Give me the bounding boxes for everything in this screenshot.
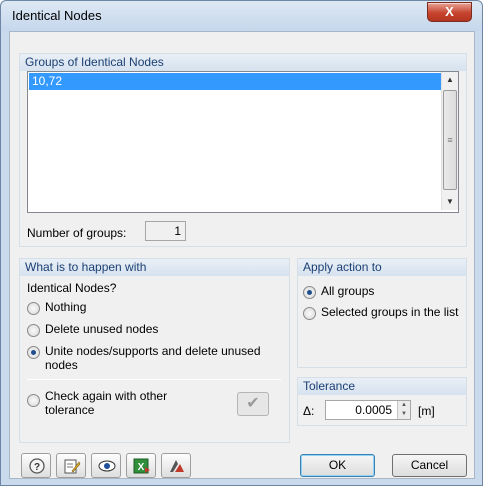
dialog-window: Identical Nodes X Groups of Identical No… [0,0,483,486]
radio-selected-groups[interactable] [303,307,316,320]
check-again-button[interactable]: ✔ [237,392,269,416]
close-button[interactable]: X [427,2,472,22]
tolerance-unit: [m] [418,404,435,418]
ok-button[interactable]: OK [300,454,375,477]
radio-nothing-label[interactable]: Nothing [45,300,86,314]
excel-export-button[interactable]: X [126,453,156,478]
edit-icon [64,459,81,474]
tolerance-input[interactable]: 0.0005 ▲ ▼ [325,400,411,420]
spin-up-icon[interactable]: ▲ [398,401,410,410]
radio-check-again[interactable] [27,394,40,407]
apply-panel-header: Apply action to [298,259,466,276]
radio-check-again-label[interactable]: Check again with other tolerance [45,389,185,417]
separator [27,379,281,380]
excel-export-icon: X [133,458,150,474]
tolerance-spinner[interactable]: ▲ ▼ [397,401,410,419]
edit-button[interactable] [56,453,86,478]
list-item[interactable]: 10,72 [29,73,450,90]
radio-all-groups[interactable] [303,286,316,299]
view-icon [98,460,116,472]
number-of-groups-label: Number of groups: [27,226,127,240]
radio-unite-nodes[interactable] [27,346,40,359]
groups-list-scrollbar[interactable]: ▲ ≡ ▼ [441,72,458,210]
radio-delete-unused[interactable] [27,324,40,337]
groups-list[interactable]: 10,72 ▲ ≡ ▼ [27,71,459,213]
number-of-groups-field: 1 [145,221,186,241]
units-button[interactable] [161,453,191,478]
radio-delete-unused-label[interactable]: Delete unused nodes [45,322,158,336]
scroll-thumb[interactable]: ≡ [443,90,457,190]
tolerance-value: 0.0005 [355,403,392,417]
window-title: Identical Nodes [12,8,102,23]
help-icon: ? [29,458,45,474]
checkmark-icon: ✔ [246,395,260,412]
units-icon [170,460,184,472]
view-button[interactable] [91,453,121,478]
dialog-client-area: Groups of Identical Nodes 10,72 ▲ ≡ ▼ Nu… [9,31,475,479]
svg-text:?: ? [34,462,40,473]
spin-down-icon[interactable]: ▼ [398,410,410,419]
title-bar[interactable]: Identical Nodes X [1,1,482,31]
radio-unite-nodes-label[interactable]: Unite nodes/supports and delete unused n… [45,344,270,372]
radio-nothing[interactable] [27,302,40,315]
close-icon: X [445,4,454,19]
identical-nodes-heading: Identical Nodes? [27,281,117,295]
tolerance-symbol: Δ: [303,404,315,418]
radio-selected-groups-label[interactable]: Selected groups in the list [321,305,458,319]
tolerance-panel-header: Tolerance [298,378,466,395]
svg-text:X: X [138,462,145,473]
scroll-up-icon[interactable]: ▲ [442,72,458,88]
cancel-button[interactable]: Cancel [392,454,467,477]
groups-panel-header: Groups of Identical Nodes [20,54,466,71]
what-panel-header: What is to happen with [20,259,289,276]
scroll-down-icon[interactable]: ▼ [442,194,458,210]
help-button[interactable]: ? [21,453,51,478]
radio-all-groups-label[interactable]: All groups [321,284,374,298]
